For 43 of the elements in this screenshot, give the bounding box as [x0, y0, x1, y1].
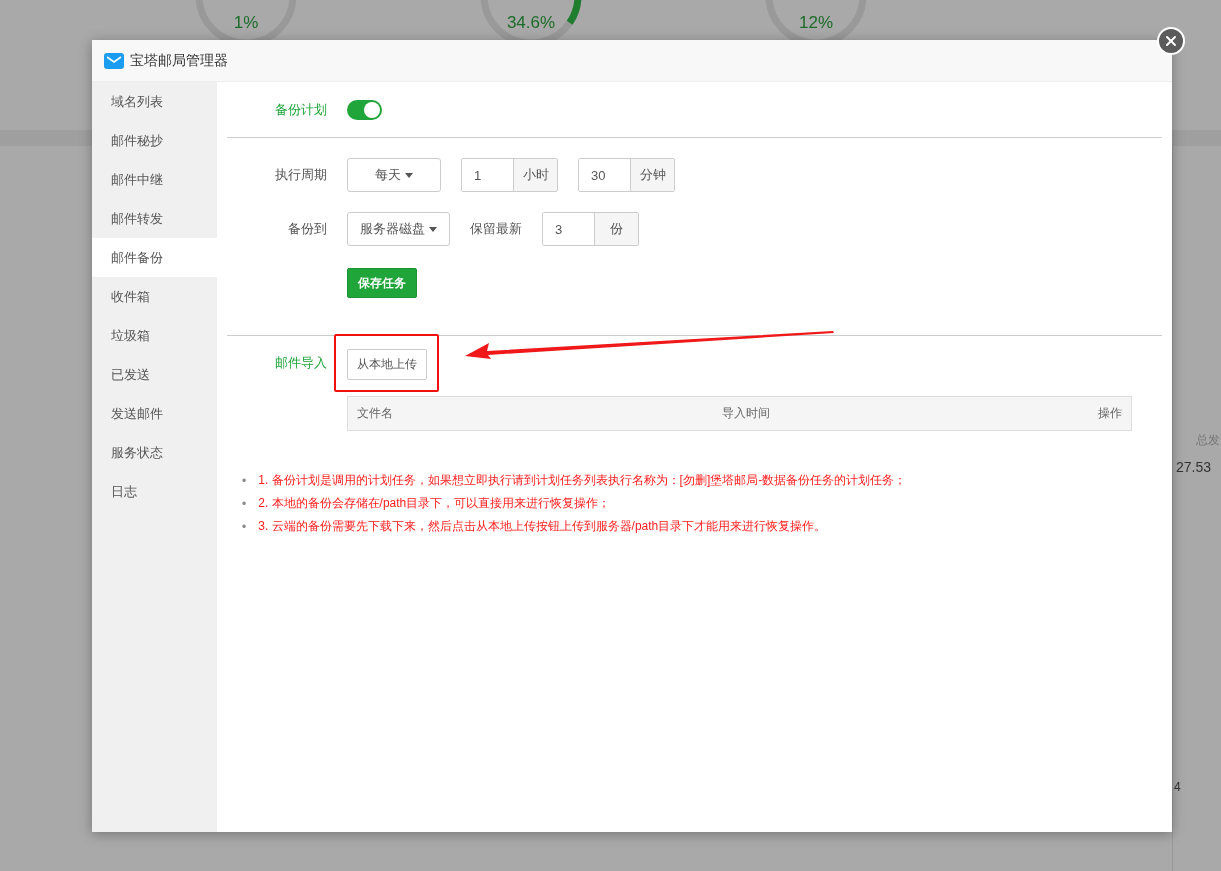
axis-label: 4 [1174, 780, 1182, 794]
caret-icon [429, 226, 437, 232]
import-label: 邮件导入 [274, 354, 327, 372]
bullet: • [242, 518, 247, 535]
envelope-icon [104, 52, 124, 69]
column-header: 文件名 [357, 405, 393, 422]
upload-button[interactable]: 从本地上传 [347, 349, 427, 380]
sidebar-item[interactable]: 垃圾箱 [92, 316, 217, 355]
dialog-title: 宝塔邮局管理器 [130, 51, 228, 70]
backup-plan-toggle[interactable] [347, 100, 382, 120]
period-select[interactable]: 每天 [347, 158, 441, 192]
hours-field[interactable]: 1 小时 [461, 158, 558, 192]
note-text: 1. 备份计划是调用的计划任务，如果想立即执行请到计划任务列表执行名称为：[勿删]堡塔邮局-数据备份任务的计划任务； [258, 472, 907, 489]
sidebar-item[interactable]: 域名列表 [92, 82, 217, 121]
sidebar-item[interactable]: 已发送 [92, 355, 217, 394]
bullet: • [242, 472, 247, 489]
sidebar-item[interactable]: 邮件转发 [92, 199, 217, 238]
sidebar-item[interactable]: 邮件中继 [92, 160, 217, 199]
backup-plan-label: 备份计划 [274, 101, 327, 119]
sidebar-item[interactable]: 服务状态 [92, 433, 217, 472]
keep-field[interactable]: 3 份 [542, 212, 639, 246]
stat-value: 27.53 [1176, 459, 1213, 475]
bullet: • [242, 495, 247, 512]
caret-icon [405, 172, 413, 178]
gauge-value: 34.6% [505, 13, 557, 33]
sidebar-item[interactable]: 邮件秘抄 [92, 121, 217, 160]
sidebar-item[interactable]: 邮件备份 [92, 238, 217, 277]
destination-label: 备份到 [287, 220, 327, 238]
close-button[interactable] [1157, 27, 1185, 55]
keep-label: 保留最新 [470, 220, 522, 238]
column-header: 导入时间 [721, 405, 770, 422]
sidebar-item[interactable]: 日志 [92, 472, 217, 511]
sidebar-item[interactable]: 发送邮件 [92, 394, 217, 433]
sidebar-item[interactable]: 收件箱 [92, 277, 217, 316]
schedule-label: 执行周期 [274, 166, 327, 184]
gauge-value: 1% [232, 13, 260, 33]
column-header: 操作 [1098, 405, 1122, 422]
gauge-value: 12% [798, 13, 834, 33]
destination-select[interactable]: 服务器磁盘 [347, 212, 450, 246]
close-icon [1163, 33, 1179, 49]
minutes-field[interactable]: 30 分钟 [578, 158, 675, 192]
note-text: 2. 本地的备份会存储在/path目录下，可以直接用来进行恢复操作； [258, 495, 611, 512]
note-text: 3. 云端的备份需要先下载下来，然后点击从本地上传按钮上传到服务器/path目录下才能用来进行恢复操作。 [258, 518, 827, 535]
